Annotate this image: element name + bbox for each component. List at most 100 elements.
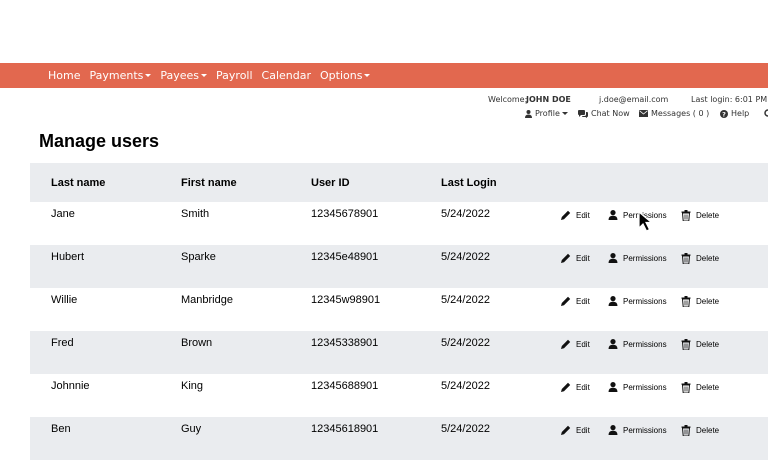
users-table: Last name First name User ID Last Login … bbox=[30, 163, 768, 460]
permissions-label: Permissions bbox=[623, 339, 667, 349]
column-header-last-login[interactable]: Last Login bbox=[441, 177, 497, 189]
help-label: Help bbox=[731, 109, 750, 118]
caret-down-icon bbox=[201, 74, 208, 77]
envelope-icon bbox=[639, 110, 648, 117]
delete-button[interactable]: Delete bbox=[681, 210, 719, 221]
nav-calendar[interactable]: Calendar bbox=[262, 69, 311, 82]
table-row: Hubert Sparke 12345e48901 5/24/2022 Edit… bbox=[30, 245, 768, 288]
cell-first-name: Guy bbox=[181, 423, 202, 435]
column-header-user-id[interactable]: User ID bbox=[311, 177, 350, 189]
permissions-label: Permissions bbox=[623, 253, 667, 263]
delete-button[interactable]: Delete bbox=[681, 425, 719, 436]
permissions-button[interactable]: Permissions bbox=[608, 425, 667, 435]
profile-menu[interactable]: Profile bbox=[525, 109, 568, 118]
cell-last-login: 5/24/2022 bbox=[441, 208, 490, 220]
profile-label: Profile bbox=[535, 109, 560, 118]
pencil-icon bbox=[561, 253, 571, 263]
messages-link[interactable]: Messages ( 0 ) bbox=[639, 109, 709, 118]
edit-label: Edit bbox=[576, 253, 590, 263]
chat-icon bbox=[578, 109, 588, 118]
delete-label: Delete bbox=[696, 254, 720, 263]
user-name: JOHN DOE bbox=[526, 95, 571, 104]
pencil-icon bbox=[561, 425, 571, 435]
delete-button[interactable]: Delete bbox=[681, 253, 719, 264]
edit-button[interactable]: Edit bbox=[561, 296, 590, 306]
cell-last-name: Jane bbox=[51, 208, 75, 220]
chat-now-label: Chat Now bbox=[591, 109, 630, 118]
nav-payees[interactable]: Payees bbox=[160, 69, 208, 82]
nav-options[interactable]: Options bbox=[320, 69, 371, 82]
cell-first-name: Manbridge bbox=[181, 294, 233, 306]
cell-last-name: Ben bbox=[51, 423, 71, 435]
user-icon bbox=[525, 109, 532, 118]
cell-first-name: Brown bbox=[181, 337, 213, 349]
nav-payroll-label: Payroll bbox=[216, 69, 253, 82]
permissions-button[interactable]: Permissions bbox=[608, 253, 667, 263]
trash-icon bbox=[681, 296, 691, 307]
svg-text:?: ? bbox=[722, 110, 726, 118]
nav-home[interactable]: Home bbox=[48, 69, 80, 82]
cell-last-name: Johnnie bbox=[51, 380, 90, 392]
delete-button[interactable]: Delete bbox=[681, 296, 719, 307]
cell-user-id: 12345688901 bbox=[311, 380, 379, 392]
delete-label: Delete bbox=[696, 340, 720, 349]
pencil-icon bbox=[561, 339, 571, 349]
edit-label: Edit bbox=[576, 210, 590, 220]
user-icon bbox=[608, 210, 618, 220]
nav-calendar-label: Calendar bbox=[261, 69, 312, 82]
trash-icon bbox=[681, 425, 691, 436]
edit-button[interactable]: Edit bbox=[561, 210, 590, 220]
gear-icon bbox=[764, 109, 768, 117]
cell-last-login: 5/24/2022 bbox=[441, 251, 490, 263]
welcome-bar: Welcome: JOHN DOE j.doe@email.com Last l… bbox=[488, 95, 768, 107]
user-icon bbox=[608, 339, 618, 349]
delete-button[interactable]: Delete bbox=[681, 382, 719, 393]
cell-last-login: 5/24/2022 bbox=[441, 337, 490, 349]
user-icon bbox=[608, 425, 618, 435]
edit-button[interactable]: Edit bbox=[561, 253, 590, 263]
table-row: Ben Guy 12345618901 5/24/2022 Edit Permi… bbox=[30, 417, 768, 460]
edit-label: Edit bbox=[576, 296, 590, 306]
edit-label: Edit bbox=[576, 339, 590, 349]
utility-links: Profile Chat Now Messages ( 0 ) ? Help bbox=[524, 109, 768, 121]
user-icon bbox=[608, 382, 618, 392]
table-row: Johnnie King 12345688901 5/24/2022 Edit … bbox=[30, 374, 768, 417]
nav-payroll[interactable]: Payroll bbox=[216, 69, 253, 82]
page-title: Manage users bbox=[39, 131, 160, 151]
user-icon bbox=[608, 296, 618, 306]
delete-label: Delete bbox=[696, 426, 720, 435]
user-icon bbox=[608, 253, 618, 263]
trash-icon bbox=[681, 339, 691, 350]
column-header-last-name[interactable]: Last name bbox=[51, 177, 105, 189]
chat-now-link[interactable]: Chat Now bbox=[578, 109, 630, 118]
cell-first-name: Sparke bbox=[181, 251, 216, 263]
nav-options-label: Options bbox=[320, 69, 363, 82]
cell-last-name: Fred bbox=[51, 337, 74, 349]
user-email: j.doe@email.com bbox=[599, 95, 669, 104]
edit-label: Edit bbox=[576, 425, 590, 435]
cell-user-id: 12345678901 bbox=[311, 208, 379, 220]
help-link[interactable]: ? Help bbox=[720, 109, 749, 118]
mouse-cursor-icon bbox=[638, 211, 654, 232]
main-nav-bar: Home Payments Payees Payroll Calendar Op… bbox=[0, 63, 768, 88]
nav-payments[interactable]: Payments bbox=[89, 69, 152, 82]
permissions-button[interactable]: Permissions bbox=[608, 382, 667, 392]
table-row: Fred Brown 12345338901 5/24/2022 Edit Pe… bbox=[30, 331, 768, 374]
nav-payees-label: Payees bbox=[160, 69, 200, 82]
column-header-first-name[interactable]: First name bbox=[181, 177, 237, 189]
edit-button[interactable]: Edit bbox=[561, 425, 590, 435]
cell-last-login: 5/24/2022 bbox=[441, 380, 490, 392]
last-login: Last login: 6:01 PM ET bbox=[691, 95, 768, 104]
cell-last-name: Willie bbox=[51, 294, 78, 306]
edit-button[interactable]: Edit bbox=[561, 382, 590, 392]
table-header: Last name First name User ID Last Login bbox=[30, 163, 768, 202]
edit-button[interactable]: Edit bbox=[561, 339, 590, 349]
settings-link[interactable] bbox=[764, 109, 768, 117]
permissions-label: Permissions bbox=[623, 425, 667, 435]
delete-button[interactable]: Delete bbox=[681, 339, 719, 350]
cell-user-id: 12345338901 bbox=[311, 337, 379, 349]
help-icon: ? bbox=[720, 109, 728, 118]
permissions-button[interactable]: Permissions bbox=[608, 339, 667, 349]
permissions-button[interactable]: Permissions bbox=[608, 296, 667, 306]
permissions-label: Permissions bbox=[623, 382, 667, 392]
